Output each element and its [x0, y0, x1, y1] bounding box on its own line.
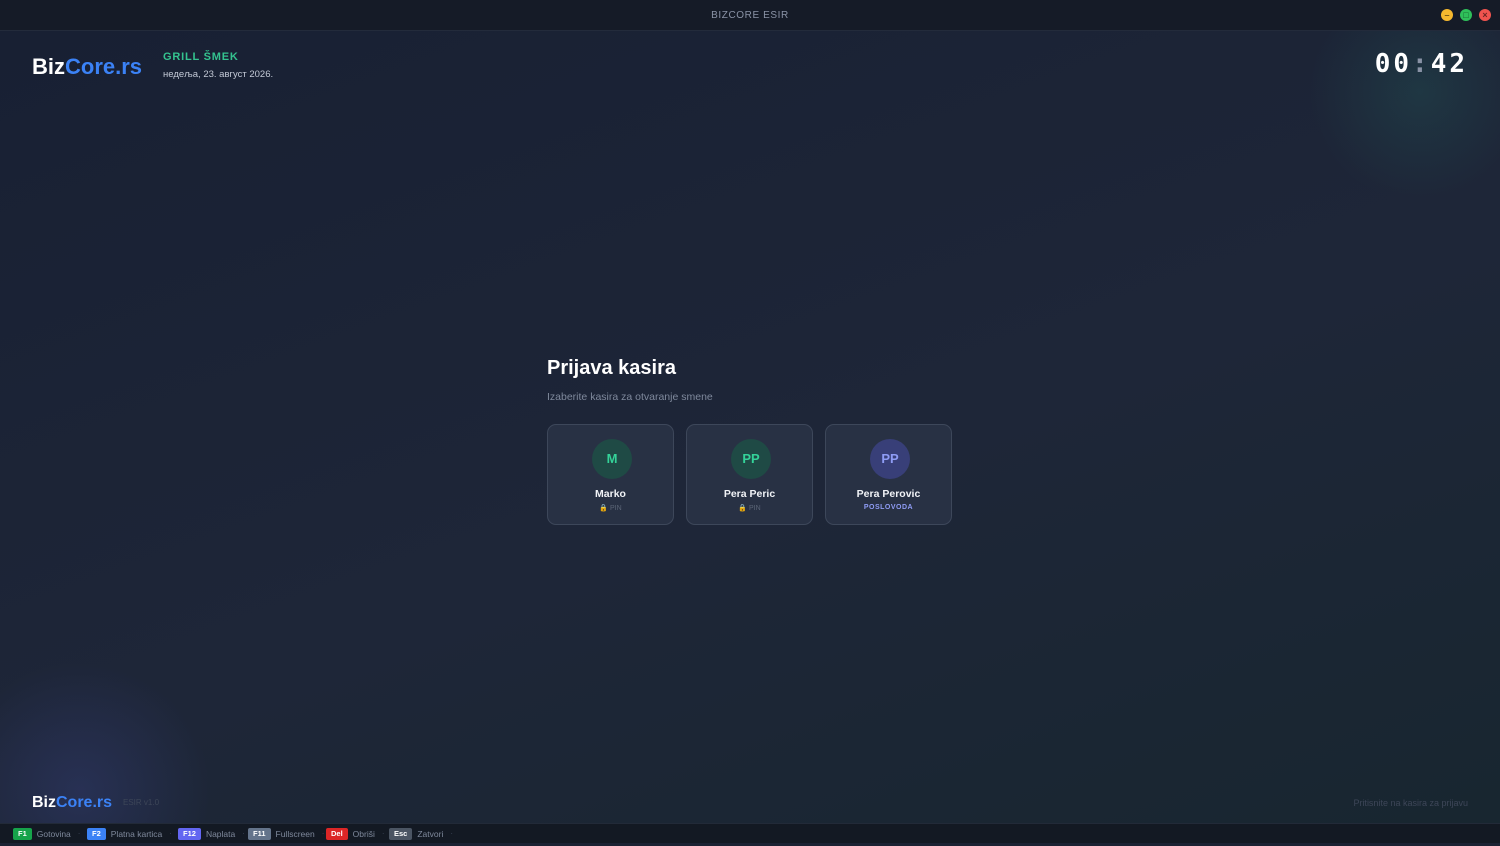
- avatar: M: [592, 439, 632, 479]
- footer-logo: BizCore.rs: [32, 794, 113, 811]
- maximize-icon: □: [1463, 10, 1469, 20]
- clock-separator: :: [1412, 49, 1431, 79]
- login-subtitle: Izaberite kasira za otvaranje smene: [547, 391, 713, 403]
- cashier-card-marko[interactable]: M Marko 🔒 PIN: [547, 424, 674, 525]
- key-badge: F11: [248, 828, 271, 840]
- shortcut-cash[interactable]: F1 Gotovina ·: [13, 828, 80, 840]
- key-badge: Del: [326, 828, 348, 840]
- maximize-button[interactable]: □: [1460, 9, 1472, 21]
- current-date: недеља, 23. август 2026.: [163, 69, 274, 80]
- key-badge: F1: [13, 828, 32, 840]
- shortcut-label: Zatvori: [417, 829, 444, 839]
- cashier-name: Pera Peric: [723, 488, 776, 500]
- shortcut-fullscreen[interactable]: F11 Fullscreen ·: [248, 828, 324, 840]
- key-badge: F12: [178, 828, 201, 840]
- close-button[interactable]: ×: [1479, 9, 1491, 21]
- store-name: GRILL ŠMEK: [163, 51, 239, 63]
- cashier-card-pera-perovic[interactable]: PP Pera Perovic POSLOVODA: [825, 424, 952, 525]
- title-bar: BIZCORE ESIR – □ ×: [0, 0, 1500, 31]
- shortcut-label: Fullscreen: [275, 829, 315, 839]
- login-panel: Prijava kasira Izaberite kasira za otvar…: [547, 357, 957, 525]
- avatar: PP: [870, 439, 910, 479]
- role-badge: POSLOVODA: [863, 504, 914, 511]
- clock-hours: 00: [1374, 49, 1413, 79]
- pin-label: 🔒 PIN: [738, 505, 761, 512]
- shortcut-close[interactable]: Esc Zatvori ·: [389, 828, 453, 840]
- login-hint: Pritisnite na kasira za prijavu: [1353, 798, 1468, 808]
- shortcut-bar: F1 Gotovina · F2 Platna kartica · F12 Naplata…: [0, 823, 1500, 843]
- login-title: Prijava kasira: [547, 357, 676, 379]
- key-badge: F2: [87, 828, 106, 840]
- app-logo: BizCore.rs: [32, 54, 143, 79]
- key-badge: Esc: [389, 828, 413, 840]
- app-version: ESIR v1.0: [123, 798, 160, 807]
- minimize-icon: –: [1444, 10, 1450, 20]
- window-title: BIZCORE ESIR: [711, 10, 789, 21]
- main-area: BizCore.rs GRILL ŠMEK недеља, 23. август…: [0, 31, 1500, 823]
- shortcut-delete[interactable]: Del Obriši ·: [326, 828, 385, 840]
- cashier-list: M Marko 🔒 PIN PP Pera Peric 🔒 PIN PP Per…: [547, 424, 957, 528]
- cashier-card-pera-peric[interactable]: PP Pera Peric 🔒 PIN: [686, 424, 813, 525]
- cashier-name: Pera Perovic: [856, 488, 921, 500]
- cashier-name: Marko: [595, 488, 626, 500]
- shortcut-label: Obriši: [352, 829, 375, 839]
- clock-minutes: 42: [1430, 49, 1468, 79]
- minimize-button[interactable]: –: [1441, 9, 1453, 21]
- pin-label: 🔒 PIN: [599, 505, 622, 512]
- clock: 00:42: [1375, 49, 1468, 79]
- shortcut-checkout[interactable]: F12 Naplata ·: [178, 828, 245, 840]
- shortcut-card[interactable]: F2 Platna kartica ·: [87, 828, 172, 840]
- shortcut-label: Platna kartica: [110, 829, 163, 839]
- close-icon: ×: [1482, 10, 1488, 20]
- shortcut-label: Naplata: [205, 829, 236, 839]
- shortcut-label: Gotovina: [36, 829, 71, 839]
- avatar: PP: [731, 439, 771, 479]
